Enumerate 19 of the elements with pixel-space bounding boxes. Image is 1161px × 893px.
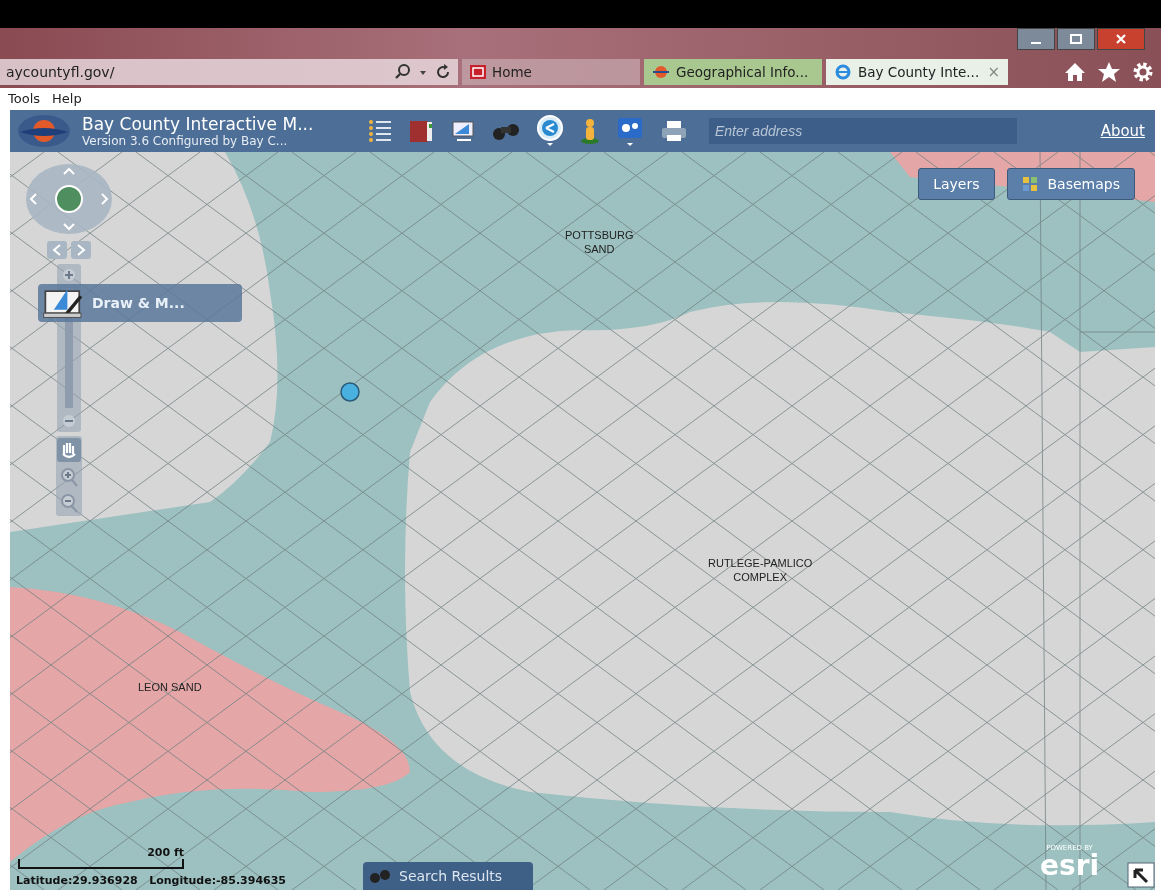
map-button[interactable]: Basemaps — [1006, 168, 1135, 200]
soil-label: RUTLEGE-PAMLICO COMPLEX — [708, 556, 813, 584]
app-subtitle: Version 3.6 Configured by Bay C... — [82, 133, 289, 148]
address-field[interactable]: aycountyfl.gov/ — [0, 59, 458, 85]
soil-label: LEON SAND — [138, 680, 202, 694]
map-button[interactable]: Layers — [918, 168, 995, 200]
menu-item[interactable]: Tools — [8, 90, 41, 106]
browser-tab[interactable]: Geographical Info... — [644, 59, 822, 85]
browser-tab[interactable]: Home — [462, 59, 640, 85]
soil-label: POTTSBURG SAND — [565, 228, 634, 256]
browser-tab[interactable]: Bay County Inte... × — [826, 59, 1008, 85]
address-search-field[interactable]: Enter address — [709, 118, 1017, 144]
app-title: Bay County Interactive M... — [82, 114, 315, 134]
coordinates-text: Latitude:29.936928 Longitude:-85.394635 — [16, 874, 287, 887]
search-results-button[interactable]: Search Results — [363, 862, 533, 890]
menu-item[interactable]: Help — [52, 90, 82, 106]
draw-measure-tooltip: Draw & M... — [38, 284, 242, 322]
about-link[interactable]: About — [1100, 122, 1145, 140]
scale-label: 200 ft — [147, 846, 184, 859]
